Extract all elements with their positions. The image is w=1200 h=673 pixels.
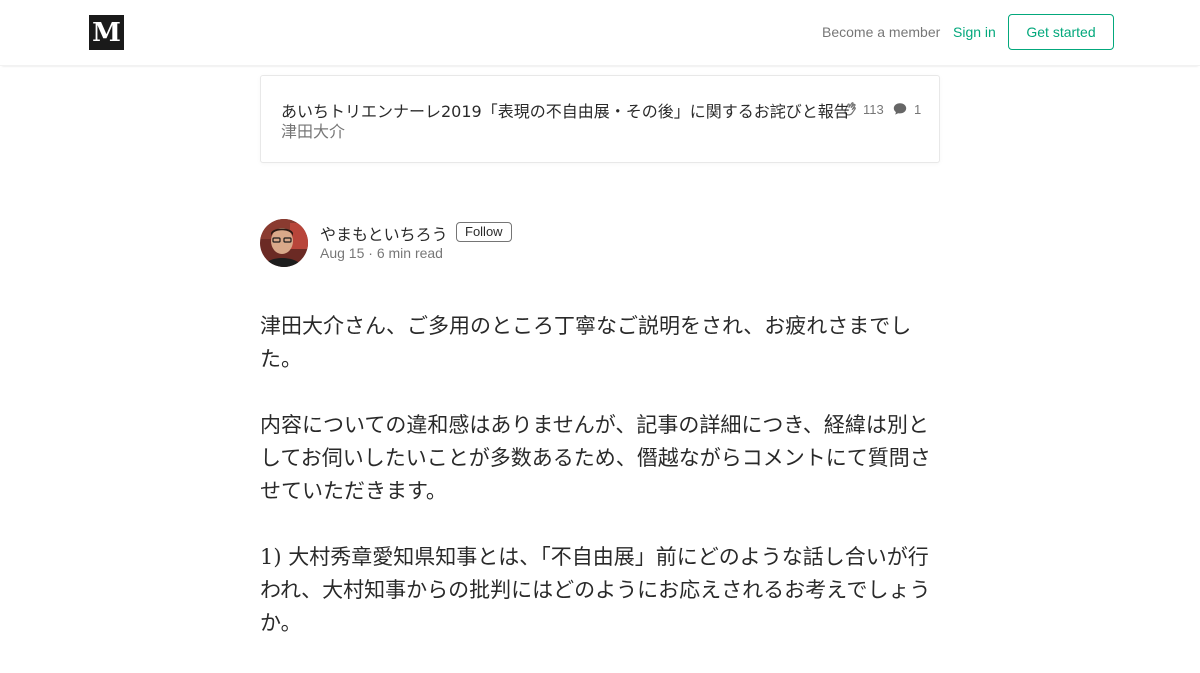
sign-in-link[interactable]: Sign in [953, 24, 996, 40]
medium-logo[interactable]: M [89, 15, 124, 50]
clap-count: 113 [863, 101, 884, 117]
clap-count-group[interactable]: 113 [841, 100, 884, 118]
body-paragraph: 1) 大村秀章愛知県知事とは、「不自由展」前にどのような話し合いが行われ、大村知… [260, 545, 931, 635]
response-count: 1 [914, 101, 922, 117]
response-body: 津田大介さん、ご多用のところ丁寧なご説明をされ、お疲れさまでした。 内容について… [260, 310, 940, 673]
avatar-image [260, 219, 308, 267]
author-name[interactable]: やまもといちろう [320, 221, 448, 245]
parent-story-card[interactable]: あいちトリエンナーレ2019「表現の不自由展・その後」に関するお詫びと報告 津田… [260, 75, 940, 163]
response-count-group[interactable]: 1 [892, 101, 921, 117]
become-member-link[interactable]: Become a member [822, 24, 940, 40]
clap-icon [844, 102, 856, 116]
speech-bubble-icon [893, 103, 907, 115]
body-paragraph: 内容についての違和感はありませんが、記事の詳細につき、経緯は別としてお伺いしたい… [260, 413, 931, 503]
get-started-button[interactable]: Get started [1008, 14, 1114, 50]
top-navbar: M Become a member Sign in Get started [0, 0, 1200, 66]
body-paragraph: 津田大介さん、ご多用のところ丁寧なご説明をされ、お疲れさまでした。 [260, 314, 912, 371]
follow-button[interactable]: Follow [456, 222, 512, 242]
post-meta: Aug 15 · 6 min read [320, 245, 443, 261]
parent-story-title[interactable]: あいちトリエンナーレ2019「表現の不自由展・その後」に関するお詫びと報告 [281, 98, 850, 122]
parent-story-author: 津田大介 [281, 122, 346, 141]
author-avatar[interactable] [260, 219, 308, 267]
